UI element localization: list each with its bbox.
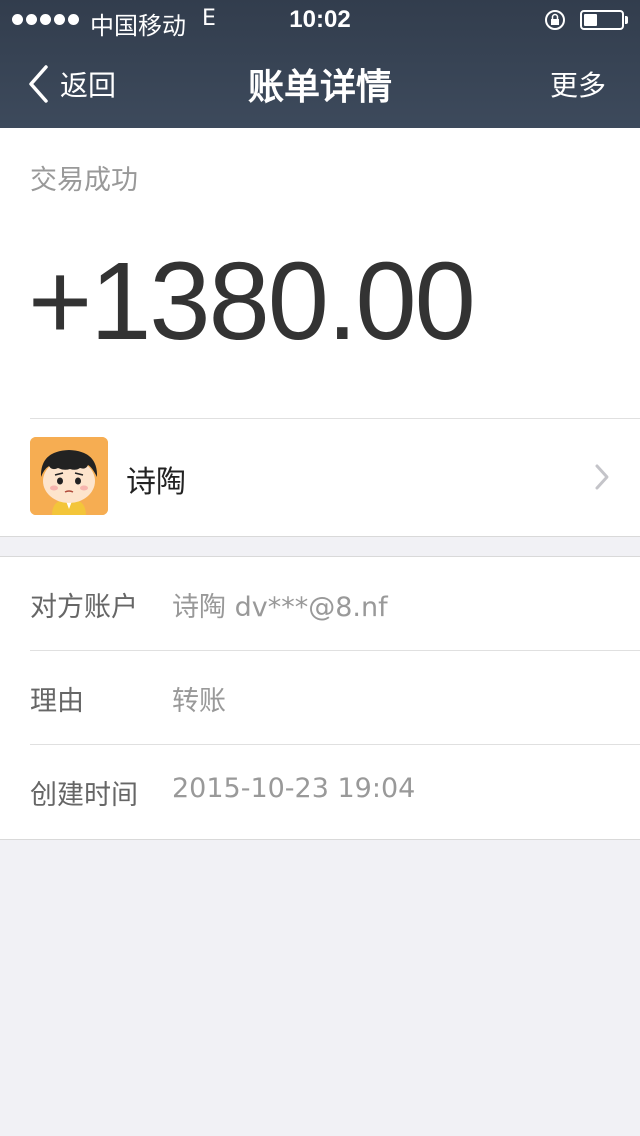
transaction-status: 交易成功 [30, 165, 138, 196]
detail-label: 对方账户 [30, 592, 138, 623]
detail-value: 转账 [172, 686, 226, 717]
detail-row-counterparty-account: 对方账户 诗陶 dv***@8.nf [0, 557, 640, 651]
avatar [30, 437, 108, 515]
navigation-header: 中国移动 E 10:02 返回 账单详情 更多 [0, 0, 640, 128]
battery-tip [625, 16, 628, 24]
detail-row-created-time: 创建时间 2015-10-23 19:04 [0, 745, 640, 839]
transaction-amount: +1380.00 [28, 240, 476, 363]
transaction-details-list: 对方账户 诗陶 dv***@8.nf 理由 转账 创建时间 2015-10-23… [0, 556, 640, 840]
page-title: 账单详情 [247, 67, 392, 108]
detail-value: 诗陶 dv***@8.nf [172, 592, 388, 623]
detail-row-reason: 理由 转账 [0, 651, 640, 745]
detail-value: 2015-10-23 19:04 [172, 773, 416, 804]
chevron-right-icon [595, 464, 609, 490]
cartoon-girl-avatar-icon [30, 437, 108, 515]
battery-level [584, 14, 597, 26]
transaction-summary-card: 交易成功 +1380.00 诗陶 [0, 128, 640, 537]
status-bar: 中国移动 E 10:02 [0, 0, 640, 40]
rotation-lock-icon [545, 10, 565, 30]
detail-label: 理由 [30, 686, 84, 717]
detail-label: 创建时间 [30, 780, 138, 811]
more-button[interactable]: 更多 [550, 64, 606, 104]
payer-row[interactable]: 诗陶 [0, 419, 640, 535]
payer-name: 诗陶 [126, 465, 186, 500]
battery-icon [580, 10, 624, 30]
